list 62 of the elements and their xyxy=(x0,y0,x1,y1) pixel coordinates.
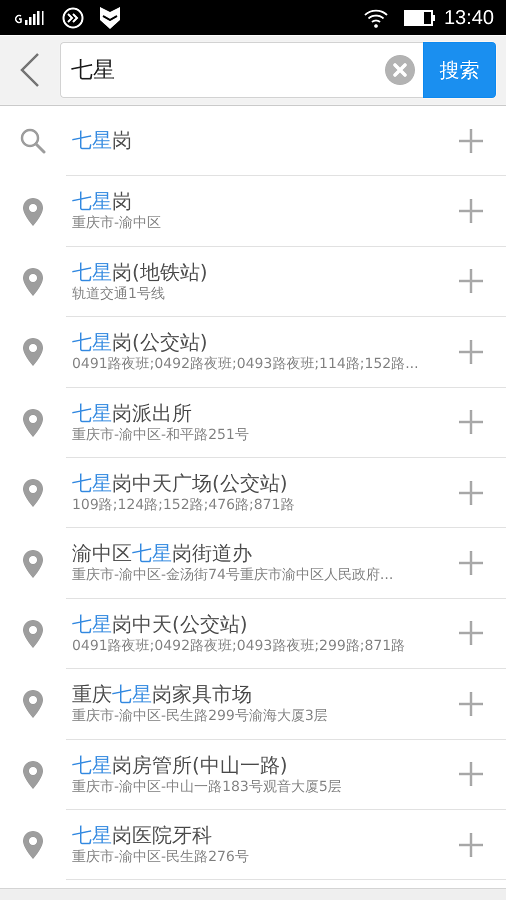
result-title: 七星岗(公交站) xyxy=(72,330,209,356)
location-pin-icon xyxy=(23,550,43,578)
result-title: 七星岗派出所 xyxy=(72,400,193,426)
add-button[interactable] xyxy=(458,338,484,365)
result-address: 109路;124路;152路;476路;871路 xyxy=(72,496,296,514)
add-button[interactable] xyxy=(458,761,484,788)
clock-time: 13:40 xyxy=(444,6,494,30)
result-title: 七星岗房管所(中山一路) xyxy=(72,752,289,778)
add-button[interactable] xyxy=(458,128,484,154)
clear-button[interactable] xyxy=(385,55,415,85)
search-icon xyxy=(20,128,46,154)
result-title: 重庆七星岗家具市场 xyxy=(72,682,253,708)
add-button[interactable] xyxy=(458,198,484,224)
result-item[interactable]: 七星岗派出所 重庆市-渝中区-和平路251号 xyxy=(0,388,506,458)
result-item[interactable]: 七星岗房管所(中山一路) 重庆市-渝中区-中山一路183号观音大厦5层 xyxy=(0,740,506,810)
result-item[interactable]: 七星岗中天(公交站) 0491路夜班;0492路夜班;0493路夜班;299路;871路 xyxy=(0,598,506,670)
wifi-icon xyxy=(364,8,388,28)
result-item[interactable]: 七星岗 重庆市-渝中区 xyxy=(0,176,506,247)
result-address: 0491路夜班;0492路夜班;0493路夜班;299路;871路 xyxy=(72,636,406,656)
signal-icon xyxy=(14,10,46,24)
result-title: 七星岗中天(公交站) xyxy=(72,612,249,637)
result-item[interactable]: 重庆七星岗家具市场 重庆市-渝中区-民生路299号渝海大厦3层 xyxy=(0,669,506,740)
result-address: 重庆市-渝中区 xyxy=(72,214,162,233)
add-button[interactable] xyxy=(458,409,484,436)
fast-forward-icon xyxy=(62,6,84,28)
location-pin-icon xyxy=(23,620,43,648)
result-item[interactable]: 七星岗医院牙科 重庆市-渝中区-民生路276号 xyxy=(0,810,506,880)
result-item[interactable]: 七星岗(地铁站) 轨道交通1号线 xyxy=(0,246,506,318)
result-title: 七星岗中天广场(公交站) xyxy=(72,471,289,496)
result-address: 重庆市-渝中区-和平路251号 xyxy=(72,426,250,444)
result-item[interactable]: 七星岗 xyxy=(0,106,506,176)
search-field[interactable]: 七星 xyxy=(60,42,423,98)
add-button[interactable] xyxy=(458,832,484,858)
add-button[interactable] xyxy=(458,550,484,576)
result-address: 重庆市-渝中区-金汤街74号重庆市渝中区人民政府... xyxy=(72,566,394,585)
location-pin-icon xyxy=(23,268,43,296)
add-button[interactable] xyxy=(458,690,484,717)
result-address: 重庆市-渝中区-民生路299号渝海大厦3层 xyxy=(72,707,329,726)
location-pin-icon xyxy=(23,479,43,508)
result-address: 轨道交通1号线 xyxy=(72,284,166,304)
shield-icon xyxy=(100,6,120,28)
result-address: 重庆市-渝中区-民生路276号 xyxy=(72,848,250,866)
result-title: 渝中区七星岗街道办 xyxy=(72,541,253,566)
result-address: 重庆市-渝中区-中山一路183号观音大厦5层 xyxy=(72,778,343,796)
battery-icon xyxy=(404,10,436,26)
add-button[interactable] xyxy=(458,268,484,294)
location-pin-icon xyxy=(23,831,43,860)
result-title: 七星岗 xyxy=(72,189,133,214)
result-item[interactable]: 渝中区七星岗街道办 重庆市-渝中区-金汤街74号重庆市渝中区人民政府... xyxy=(0,528,506,599)
location-pin-icon xyxy=(23,760,43,789)
add-button[interactable] xyxy=(458,620,484,646)
result-item[interactable]: 七星岗中天广场(公交站) 109路;124路;152路;476路;871路 xyxy=(0,458,506,528)
result-title: 七星岗(地铁站) xyxy=(72,260,209,285)
result-title: 七星岗医院牙科 xyxy=(72,823,213,848)
location-pin-icon xyxy=(23,408,43,437)
result-title: 七星岗 xyxy=(72,128,133,154)
result-item[interactable]: 七星岗(公交站) 0491路夜班;0492路夜班;0493路夜班;114路;152路... xyxy=(0,317,506,388)
result-address: 0491路夜班;0492路夜班;0493路夜班;114路;152路... xyxy=(72,355,420,374)
location-pin-icon xyxy=(23,338,43,366)
location-pin-icon xyxy=(23,198,43,226)
add-button[interactable] xyxy=(458,480,484,506)
location-pin-icon xyxy=(23,690,43,718)
